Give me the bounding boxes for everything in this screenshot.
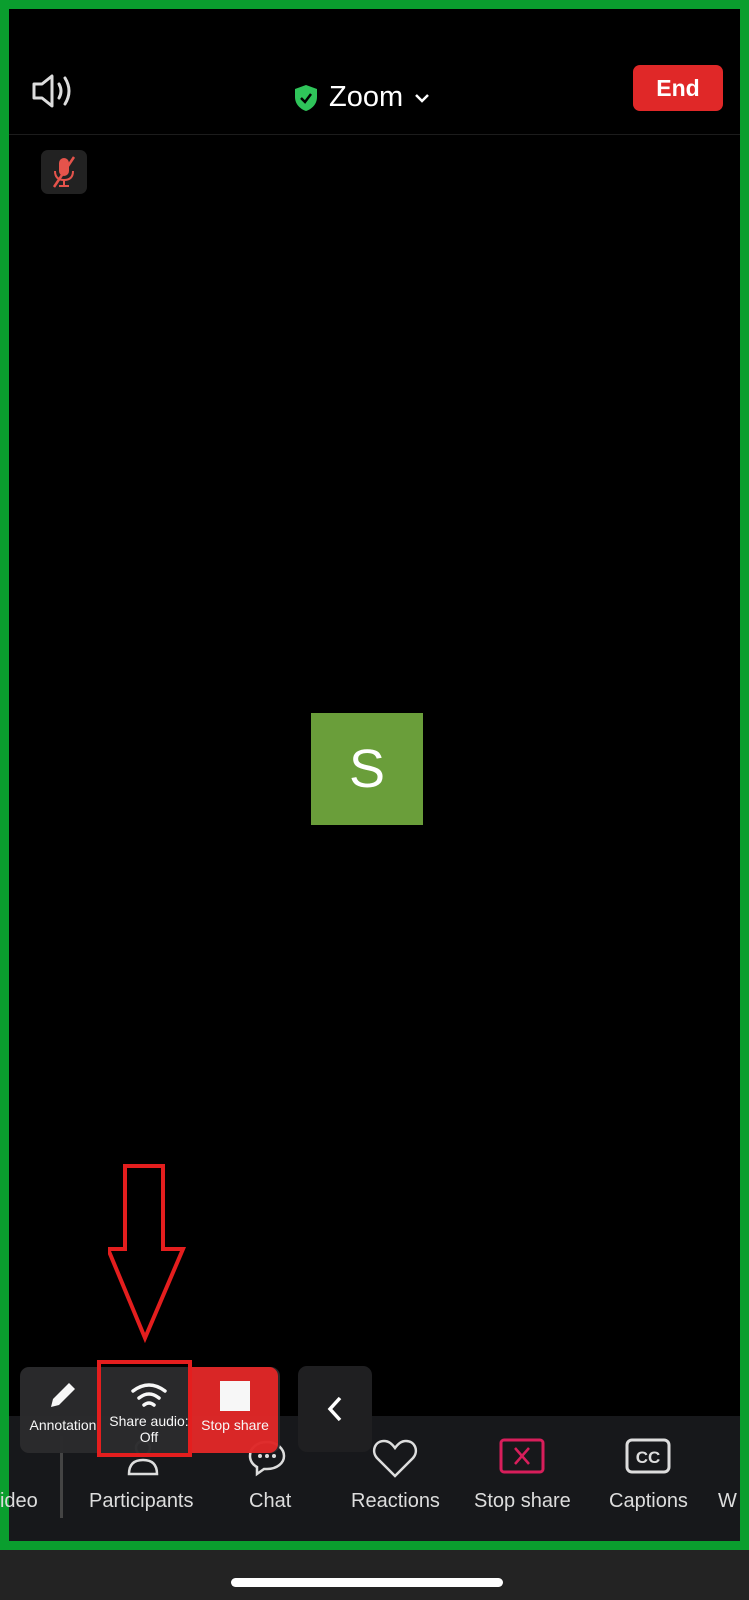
toolbar-stop-share[interactable]: Stop share <box>474 1490 571 1513</box>
end-button[interactable]: End <box>633 65 723 111</box>
participant-avatar: S <box>311 713 423 825</box>
toolbar-participants[interactable]: Participants <box>89 1490 194 1513</box>
toolbar-chat[interactable]: Chat <box>249 1490 291 1513</box>
svg-text:CC: CC <box>636 1448 661 1467</box>
muted-mic-icon <box>41 150 87 194</box>
annotation-label: Annotation <box>29 1417 97 1433</box>
highlight-box <box>97 1360 192 1457</box>
stop-share-label: Stop share <box>201 1417 269 1433</box>
pencil-icon <box>51 1383 75 1407</box>
toolbar-captions[interactable]: Captions <box>609 1490 688 1513</box>
chevron-left-icon <box>327 1396 342 1422</box>
chevron-down-icon <box>415 93 430 103</box>
stop-icon <box>220 1381 250 1411</box>
stop-share-popup-button[interactable]: Stop share <box>192 1367 278 1453</box>
top-bar: Zoom End <box>9 9 740 135</box>
home-indicator[interactable] <box>231 1578 503 1587</box>
avatar-initial: S <box>348 739 386 799</box>
toolbar-reactions[interactable]: Reactions <box>351 1490 440 1513</box>
captions-icon: CC <box>625 1438 671 1479</box>
toolbar-more[interactable]: W <box>718 1490 737 1513</box>
collapse-button[interactable] <box>298 1366 372 1452</box>
toolbar-video[interactable]: Video <box>0 1490 38 1513</box>
meeting-title-dropdown[interactable]: Zoom <box>293 81 431 114</box>
meeting-title: Zoom <box>329 81 404 113</box>
shield-check-icon <box>295 84 317 111</box>
speaker-icon[interactable] <box>31 73 77 114</box>
heart-icon <box>371 1438 419 1483</box>
annotation-button[interactable]: Annotation <box>20 1367 106 1453</box>
arrow-down-icon <box>108 1164 187 1343</box>
stop-share-icon <box>499 1438 545 1479</box>
